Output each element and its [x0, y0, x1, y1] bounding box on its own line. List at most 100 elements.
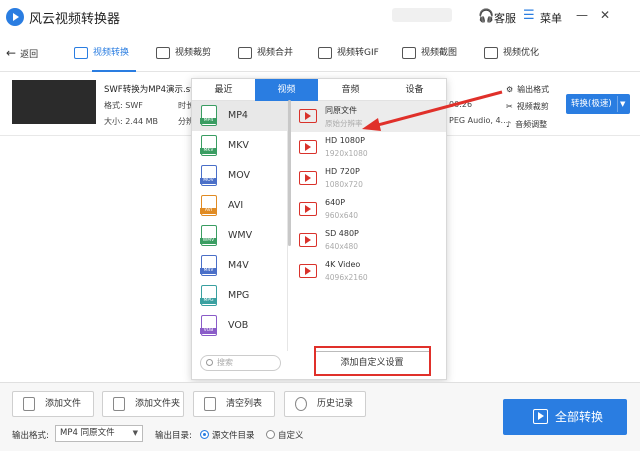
nav-video-crop[interactable]: 视频裁剪: [156, 34, 211, 72]
convert-dropdown-arrow-icon[interactable]: ▼: [620, 94, 625, 114]
format-tag: MKV: [200, 148, 217, 154]
format-item-mp4[interactable]: MP4 MP4: [192, 101, 287, 131]
wmv-file-icon: WMV: [200, 225, 217, 246]
format-item-vob[interactable]: VOB VOB: [192, 311, 287, 341]
resolution-item-640p[interactable]: 640P 960x640: [289, 194, 446, 225]
resolution-item-720p[interactable]: HD 720P 1080x720: [289, 163, 446, 194]
video-crop-link[interactable]: ✂ 视频裁剪: [506, 101, 549, 112]
audio-adjust-link[interactable]: ♪ 音频调整: [506, 119, 547, 130]
nav-label: 视频优化: [503, 48, 540, 58]
annotation-highlight-box: [314, 346, 431, 376]
watermark: [392, 8, 452, 22]
close-button[interactable]: ✕: [600, 8, 610, 22]
trash-icon: [204, 397, 216, 411]
nav-label: 视频转GIF: [337, 48, 379, 58]
add-folder-icon: [113, 397, 125, 411]
format-item-avi[interactable]: AVI AVI: [192, 191, 287, 221]
radio-custom-dir[interactable]: [266, 430, 275, 439]
add-file-button[interactable]: 添加文件: [12, 391, 94, 417]
resolution-item-1080p[interactable]: HD 1080P 1920x1080: [289, 132, 446, 163]
minimize-button[interactable]: —: [576, 8, 588, 22]
nav-video-gif[interactable]: 视频转GIF: [318, 34, 379, 72]
format-name: MP4: [228, 110, 248, 121]
convert-button-divider: [617, 96, 618, 112]
radio-source-dir[interactable]: [200, 430, 209, 439]
format-tag: MPG: [200, 298, 217, 304]
headset-icon[interactable]: 🎧: [478, 9, 494, 24]
video-play-icon: [299, 171, 317, 185]
service-button[interactable]: 客服: [494, 10, 516, 26]
avi-file-icon: AVI: [200, 195, 217, 216]
resolution-item-480p[interactable]: SD 480P 640x480: [289, 225, 446, 256]
resolution-name: 同原文件: [325, 106, 357, 115]
resolution-name: 4K Video: [325, 260, 361, 269]
video-screenshot-icon: [402, 46, 416, 59]
mpg-file-icon: MPG: [200, 285, 217, 306]
back-button[interactable]: ← 返回: [6, 34, 38, 72]
format-tag: AVI: [200, 208, 217, 214]
resolution-name: 640P: [325, 198, 346, 207]
clock-icon: [295, 397, 307, 411]
nav-label: 视频转换: [93, 48, 130, 58]
nav-label: 视频截图: [421, 48, 458, 58]
output-format-link[interactable]: ⚙ 输出格式: [506, 84, 549, 95]
output-format-select[interactable]: MP4 同原文件 ▼: [55, 425, 143, 442]
app-title: 风云视频转换器: [29, 12, 121, 27]
format-name: MOV: [228, 170, 251, 181]
app-logo-icon: [6, 8, 24, 26]
video-merge-icon: [238, 46, 252, 59]
format-tag: WMV: [200, 238, 217, 244]
nav-label: 视频合并: [257, 48, 294, 58]
mp4-file-icon: MP4: [200, 105, 217, 126]
format-item-mkv[interactable]: MKV MKV: [192, 131, 287, 161]
format-icon: ⚙: [506, 85, 514, 94]
format-item-mpg[interactable]: MPG MPG: [192, 281, 287, 311]
output-codec: PEG Audio, 4...: [449, 116, 509, 125]
format-item-m4v[interactable]: M4V M4V: [192, 251, 287, 281]
format-list-scrollbar[interactable]: [288, 100, 291, 246]
format-name: MKV: [228, 140, 249, 151]
resolution-detail: 1920x1080: [325, 149, 368, 158]
format-item-mov[interactable]: MOV MOV: [192, 161, 287, 191]
menu-button[interactable]: 菜单: [540, 10, 562, 26]
tab-video[interactable]: 视频: [255, 79, 318, 101]
tab-recent[interactable]: 最近: [192, 79, 255, 101]
menu-icon[interactable]: ☰: [523, 8, 535, 23]
resolution-item-4k[interactable]: 4K Video 4096x2160: [289, 256, 446, 287]
add-folder-button[interactable]: 添加文件夹: [102, 391, 184, 417]
bottom-bar: 添加文件 添加文件夹 清空列表 历史记录 输出格式: MP4 同原文件 ▼ 输出…: [0, 382, 640, 451]
nav-video-screenshot[interactable]: 视频截图: [402, 34, 457, 72]
add-file-label: 添加文件: [45, 399, 82, 409]
convert-button[interactable]: 转换(极速) ▼: [566, 94, 630, 114]
resolution-detail: 960x640: [325, 211, 359, 220]
file-size: 大小: 2.44 MB: [104, 117, 158, 126]
format-tag: MOV: [200, 178, 217, 184]
resolution-item-original[interactable]: 同原文件 原始分辨率: [289, 101, 446, 132]
main-nav: ← 返回 视频转换 视频裁剪 视频合并 视频转GIF 视频截图 视频优化: [0, 34, 640, 72]
history-button[interactable]: 历史记录: [284, 391, 366, 417]
video-play-icon: [299, 140, 317, 154]
search-icon: [206, 359, 213, 366]
tab-device[interactable]: 设备: [383, 79, 446, 101]
resolution-detail: 原始分辨率: [325, 119, 363, 128]
output-duration: 00:26: [449, 100, 473, 109]
video-play-icon: [299, 109, 317, 123]
output-format-value: MP4 同原文件: [60, 428, 115, 438]
tab-audio[interactable]: 音频: [319, 79, 382, 101]
search-placeholder: 搜索: [217, 358, 233, 367]
m4v-file-icon: M4V: [200, 255, 217, 276]
nav-video-optimize[interactable]: 视频优化: [484, 34, 539, 72]
output-format-link-label: 输出格式: [517, 85, 550, 94]
clear-list-button[interactable]: 清空列表: [193, 391, 275, 417]
format-name: MPG: [228, 290, 250, 301]
nav-video-convert[interactable]: 视频转换: [74, 34, 129, 72]
audio-adjust-link-label: 音频调整: [515, 120, 548, 129]
video-gif-icon: [318, 46, 332, 59]
convert-all-button[interactable]: 全部转换: [503, 399, 627, 435]
format-name: AVI: [228, 200, 244, 211]
nav-video-merge[interactable]: 视频合并: [238, 34, 293, 72]
format-search-input[interactable]: 搜索: [200, 355, 281, 371]
video-play-icon: [299, 202, 317, 216]
music-note-icon: ♪: [506, 120, 512, 129]
format-item-wmv[interactable]: WMV WMV: [192, 221, 287, 251]
